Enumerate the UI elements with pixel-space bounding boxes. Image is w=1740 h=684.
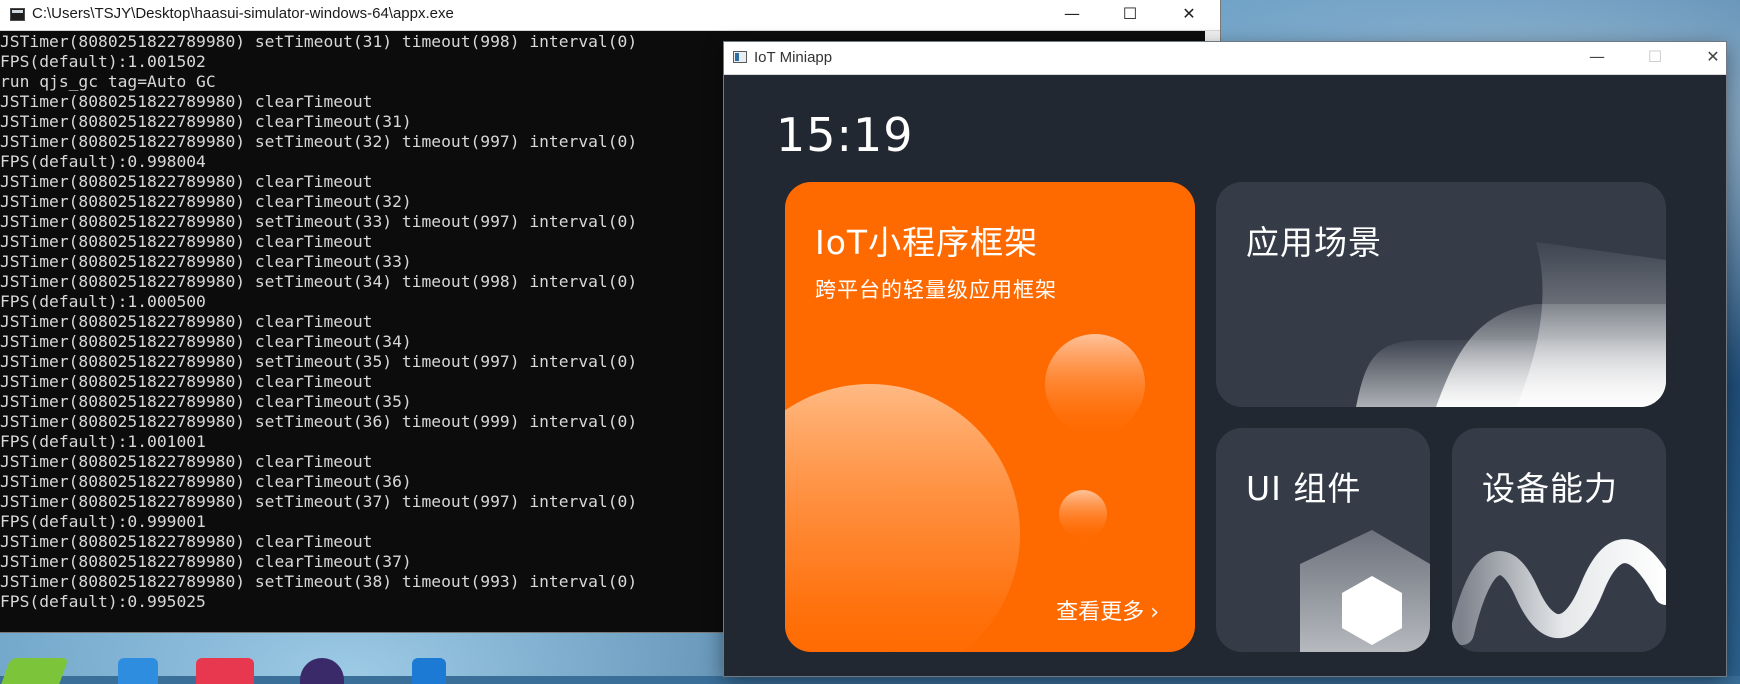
see-more-label: 查看更多 bbox=[1056, 600, 1145, 625]
taskbar-peek bbox=[0, 650, 480, 684]
iot-close-button[interactable]: ✕ bbox=[1684, 42, 1726, 74]
console-minimize-button[interactable]: — bbox=[1043, 0, 1101, 30]
ui-components-card[interactable]: UI 组件 bbox=[1216, 428, 1430, 652]
ui-components-title: UI 组件 bbox=[1246, 469, 1362, 508]
console-title: C:\Users\TSJY\Desktop\haasui-simulator-w… bbox=[32, 5, 454, 22]
iot-miniapp-window: IoT Miniapp — ☐ ✕ 15:19 IoT小程序框架 跨平台的轻量级… bbox=[724, 42, 1726, 676]
device-capability-card[interactable]: 设备能力 bbox=[1452, 428, 1666, 652]
application-scenes-card[interactable]: 应用场景 bbox=[1216, 182, 1666, 407]
application-scenes-title: 应用场景 bbox=[1246, 223, 1382, 262]
iot-titlebar[interactable]: IoT Miniapp — ☐ ✕ bbox=[724, 42, 1726, 75]
console-app-icon bbox=[10, 8, 25, 21]
framework-card-subtitle: 跨平台的轻量级应用框架 bbox=[815, 278, 1057, 302]
see-more-link[interactable]: 查看更多 › bbox=[1056, 594, 1159, 626]
taskbar-app-green-icon[interactable] bbox=[1, 658, 69, 684]
taskbar-app-red-icon[interactable] bbox=[196, 658, 254, 684]
console-titlebar[interactable]: C:\Users\TSJY\Desktop\haasui-simulator-w… bbox=[0, 0, 1220, 31]
taskbar-app-blue-icon[interactable] bbox=[118, 658, 158, 684]
window-app-icon bbox=[733, 51, 747, 63]
device-capability-title: 设备能力 bbox=[1482, 469, 1618, 508]
taskbar-app-vscode-icon[interactable] bbox=[412, 658, 446, 684]
iot-window-title: IoT Miniapp bbox=[754, 49, 833, 66]
framework-card[interactable]: IoT小程序框架 跨平台的轻量级应用框架 查看更多 › bbox=[785, 182, 1195, 652]
framework-card-title: IoT小程序框架 bbox=[815, 223, 1039, 262]
iot-minimize-button[interactable]: — bbox=[1568, 42, 1626, 74]
console-close-button[interactable]: ✕ bbox=[1160, 0, 1218, 30]
iot-maximize-button: ☐ bbox=[1647, 47, 1663, 66]
chevron-right-icon: › bbox=[1150, 600, 1159, 625]
console-maximize-button[interactable]: ☐ bbox=[1101, 0, 1159, 30]
clock-time: 15:19 bbox=[776, 108, 914, 162]
taskbar-app-purple-icon[interactable] bbox=[300, 658, 344, 684]
